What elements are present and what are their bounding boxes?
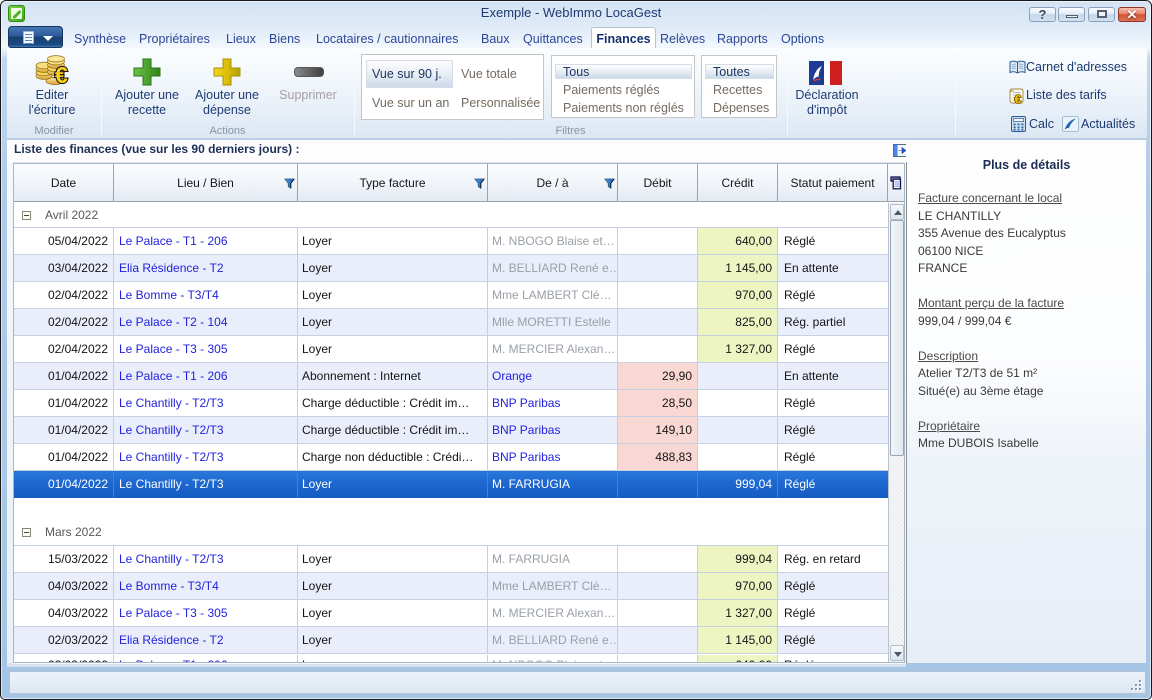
svg-text:€: € [1015,93,1022,105]
svg-text:€: € [55,62,68,88]
